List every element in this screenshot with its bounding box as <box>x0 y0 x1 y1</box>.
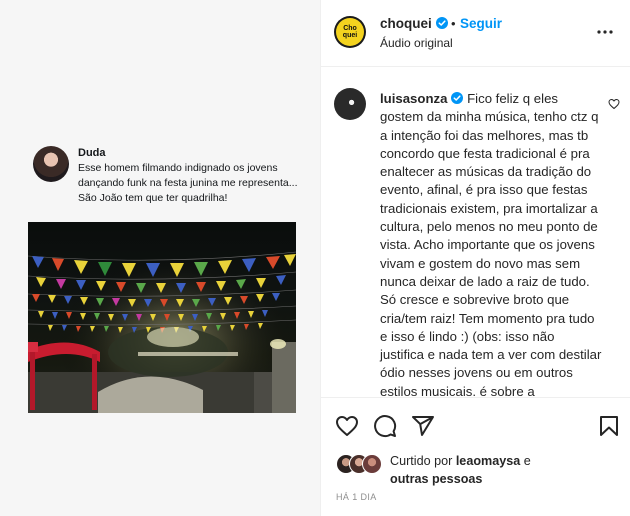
tweet-author: Duda <box>78 147 106 159</box>
comment-username[interactable]: luisasonza <box>380 91 447 106</box>
account-username-text[interactable]: choquei <box>380 16 432 31</box>
verified-icon <box>435 17 448 29</box>
comment-avatar[interactable] <box>334 88 366 120</box>
account-avatar[interactable]: Cho quei <box>334 16 366 48</box>
share-icon[interactable] <box>411 414 435 438</box>
video-frame[interactable] <box>28 222 296 413</box>
bookmark-icon[interactable] <box>597 414 621 438</box>
festival-scene-image <box>28 222 296 413</box>
audio-label[interactable]: Áudio original <box>380 36 453 50</box>
comment-heart-icon[interactable] <box>608 98 620 110</box>
comment-body: luisasonza Fico feliz q eles gostem da m… <box>380 90 602 396</box>
liker-avatars[interactable] <box>336 454 386 474</box>
comments-section[interactable]: luisasonza Fico feliz q eles gostem da m… <box>321 67 630 396</box>
likes-others[interactable]: outras pessoas <box>390 472 482 486</box>
likes-user[interactable]: leaomaysa <box>456 454 520 468</box>
account-avatar-logo: Cho quei <box>336 18 364 46</box>
post-header: Cho quei choquei • Seguir Áudio original <box>321 0 630 67</box>
separator-dot: • <box>451 16 456 31</box>
follow-button[interactable]: Seguir <box>460 16 502 31</box>
more-options-icon[interactable] <box>595 26 615 38</box>
likes-prefix: Curtido por <box>390 454 453 468</box>
post-actions <box>321 397 630 452</box>
comment-icon[interactable] <box>373 414 397 438</box>
post-timestamp[interactable]: HÁ 1 DIA <box>336 492 377 502</box>
liker-avatar <box>362 454 382 474</box>
likes-summary: Curtido por leaomaysa e outras pessoas <box>334 449 624 489</box>
tweet-text: Esse homem filmando indignado os jovens … <box>78 162 298 204</box>
account-username[interactable]: choquei <box>380 16 448 31</box>
post-sidebar: Cho quei choquei • Seguir Áudio original… <box>321 0 630 516</box>
likes-connector: e <box>523 454 531 468</box>
comment-text: Fico feliz q eles gostem da minha música… <box>380 91 602 396</box>
tweet-avatar <box>33 146 69 182</box>
likes-text: Curtido por leaomaysa e outras pessoas <box>390 452 620 488</box>
verified-icon <box>451 92 464 104</box>
heart-icon[interactable] <box>335 414 359 438</box>
post-media[interactable]: Duda Esse homem filmando indignado os jo… <box>0 0 321 516</box>
